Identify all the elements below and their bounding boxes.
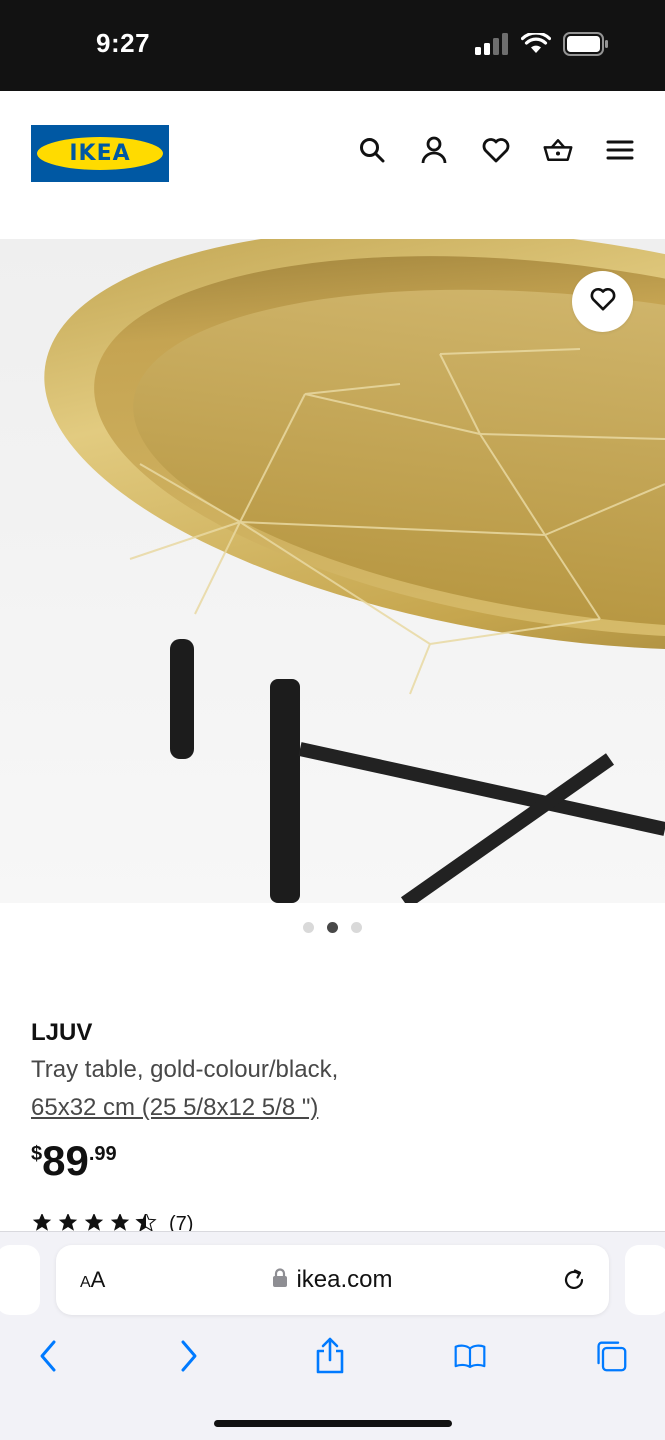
- product-name: LJUV: [31, 1019, 93, 1046]
- menu-hamburger-icon[interactable]: [605, 135, 635, 165]
- favourites-heart-icon[interactable]: [481, 135, 511, 165]
- previous-tab-preview[interactable]: [0, 1245, 40, 1315]
- browser-nav-buttons: [0, 1337, 665, 1374]
- logo-oval: IKEA: [37, 137, 163, 170]
- carousel-pagination: [0, 922, 665, 933]
- price-integer: 89: [42, 1137, 89, 1184]
- url-display[interactable]: ikea.com: [56, 1266, 609, 1294]
- battery-icon: [563, 32, 609, 61]
- reload-icon[interactable]: [561, 1267, 587, 1298]
- account-icon[interactable]: [419, 135, 449, 165]
- price-currency: $: [31, 1143, 43, 1165]
- browser-toolbar: AA ikea.com: [0, 1231, 665, 1440]
- next-tab-preview[interactable]: [625, 1245, 665, 1315]
- product-image: [0, 239, 665, 903]
- home-indicator: [214, 1420, 452, 1427]
- product-size-link[interactable]: 65x32 cm (25 5/8x12 5/8 "): [31, 1094, 318, 1122]
- ikea-logo[interactable]: IKEA: [31, 125, 169, 182]
- status-bar: 9:27: [0, 0, 665, 91]
- bookmarks-book-icon[interactable]: [454, 1338, 486, 1374]
- header-actions: [357, 135, 635, 165]
- heart-icon: [589, 286, 617, 317]
- url-text: ikea.com: [296, 1266, 393, 1293]
- product-image-carousel[interactable]: [0, 239, 665, 903]
- tabs-overview-icon[interactable]: [595, 1338, 627, 1374]
- product-description: Tray table, gold-colour/black,: [31, 1056, 339, 1083]
- price-decimal: .99: [88, 1143, 117, 1165]
- status-time: 9:27: [96, 28, 151, 58]
- site-header: IKEA: [0, 91, 665, 239]
- back-chevron-icon[interactable]: [32, 1338, 64, 1374]
- status-icons: [475, 31, 609, 61]
- wifi-icon: [520, 31, 552, 60]
- logo-text: IKEA: [69, 141, 131, 166]
- lock-icon: [272, 1267, 288, 1293]
- share-icon[interactable]: [314, 1337, 346, 1374]
- forward-chevron-icon[interactable]: [173, 1338, 205, 1374]
- cellular-signal-icon: [475, 33, 509, 60]
- search-icon[interactable]: [357, 135, 387, 165]
- shopping-basket-icon[interactable]: [543, 135, 573, 165]
- product-price: $ 89 .99: [31, 1138, 117, 1184]
- carousel-dot[interactable]: [303, 922, 314, 933]
- add-to-favourites-button[interactable]: [572, 271, 633, 332]
- carousel-dot-active[interactable]: [327, 922, 338, 933]
- carousel-dot[interactable]: [351, 922, 362, 933]
- address-bar[interactable]: AA ikea.com: [56, 1245, 609, 1315]
